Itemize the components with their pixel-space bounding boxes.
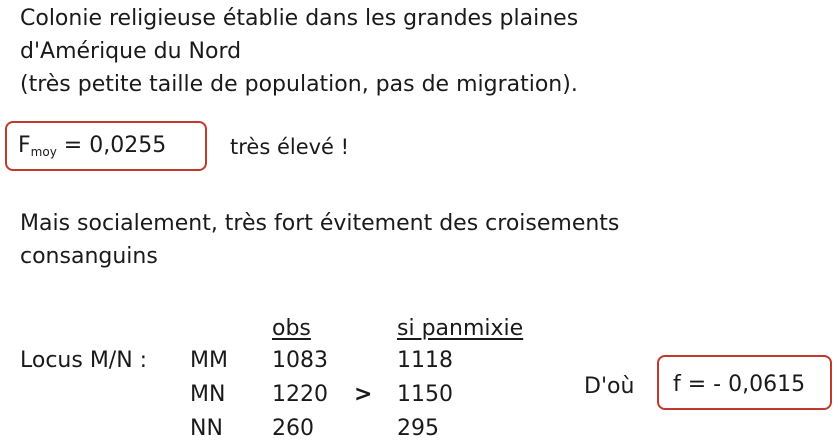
locus-label: Locus M/N : <box>20 348 148 373</box>
fmoy-comment: très élevé ! <box>230 135 350 159</box>
intro-line-2: d'Amérique du Nord <box>20 39 242 64</box>
obs-mn: 1220 <box>272 382 328 407</box>
genotype-mn: MN <box>190 382 226 407</box>
genotype-mm: MM <box>190 348 228 373</box>
social-line-2: consanguins <box>20 244 158 269</box>
obs-nn: 260 <box>272 416 314 441</box>
obs-mm: 1083 <box>272 348 328 373</box>
header-obs: obs <box>272 316 311 341</box>
genotype-nn: NN <box>190 416 223 441</box>
fmoy-expression: Fmoy = 0,0255 <box>18 133 167 159</box>
panmixie-mm: 1118 <box>397 348 453 373</box>
fmoy-value: = 0,0255 <box>63 133 167 158</box>
intro-line-3: (très petite taille de population, pas d… <box>20 72 578 97</box>
conclusion-label: D'où <box>584 374 635 399</box>
fmoy-letter: F <box>18 133 31 158</box>
intro-line-1: Colonie religieuse établie dans les gran… <box>20 6 579 31</box>
fmoy-subscript: moy <box>30 145 57 159</box>
panmixie-mn: 1150 <box>397 382 453 407</box>
panmixie-nn: 295 <box>397 416 439 441</box>
social-line-1: Mais socialement, très fort évitement de… <box>20 211 620 236</box>
header-panmixie: si panmixie <box>397 316 524 341</box>
conclusion-value: f = - 0,0615 <box>673 372 806 397</box>
comparison-sign: > <box>354 382 373 407</box>
